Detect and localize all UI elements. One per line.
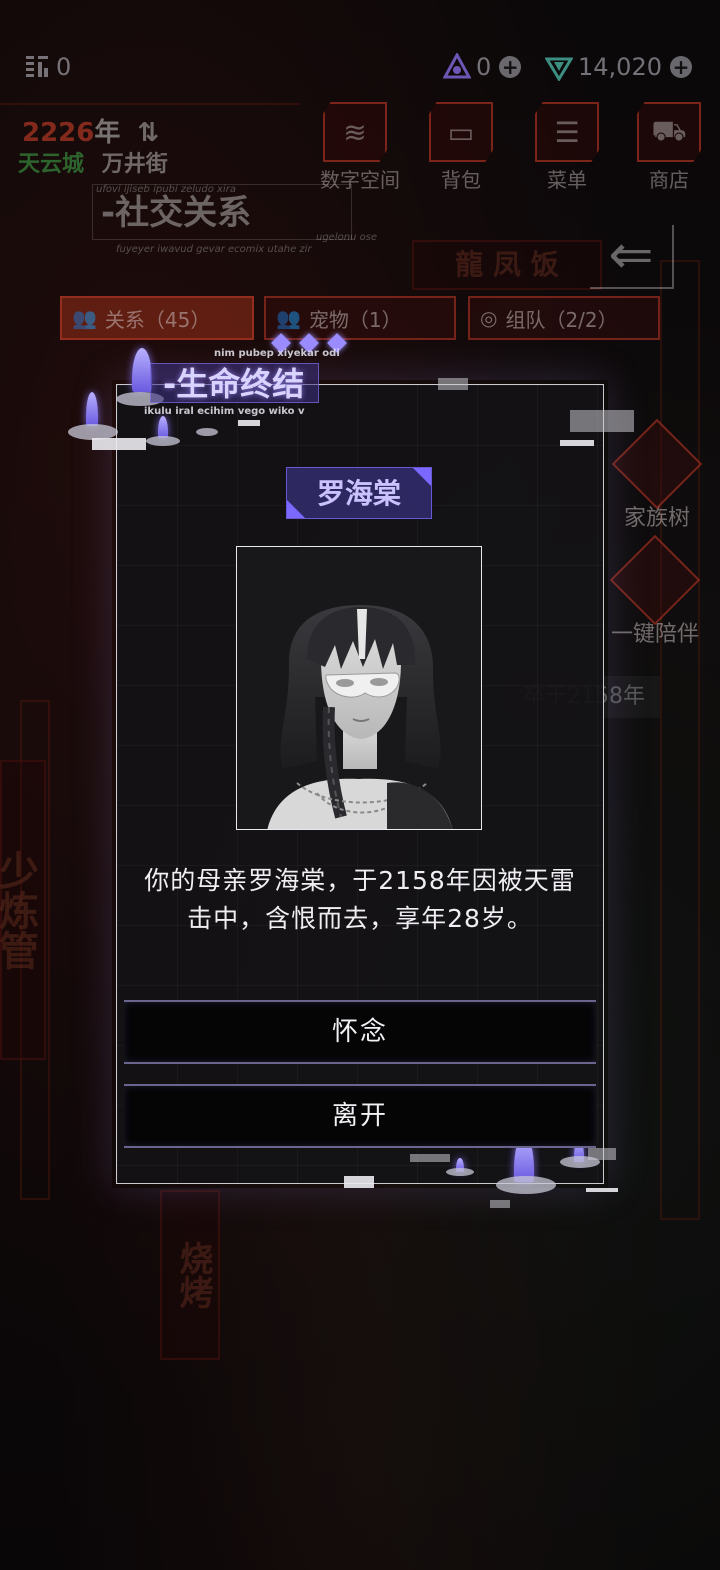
tab-label: 宠物（1） <box>308 307 402 332</box>
nav-digital-space[interactable]: ≋ 数字空间 <box>320 102 400 192</box>
accompany-icon <box>609 534 701 626</box>
glitch-bit <box>560 440 594 446</box>
location: 天云城 万井街 <box>18 146 168 178</box>
tab-label: 组队（2/2） <box>505 307 618 332</box>
corner-accent <box>287 500 305 518</box>
disc-decoration <box>560 1156 600 1168</box>
gem-count: 0 <box>476 53 492 81</box>
disc-decoration <box>196 428 218 436</box>
glitch-bit <box>410 1154 450 1162</box>
character-portrait <box>236 546 482 830</box>
city-name: 天云城 <box>18 152 85 177</box>
section-subtitle-bottom: fuyeyer iwavud gevar ecomix utahe zir <box>116 244 312 255</box>
nav-label: 商店 <box>649 168 689 192</box>
pets-icon: 👥 <box>276 306 301 330</box>
glitch-bit <box>570 410 634 432</box>
top-bar: 0 0 + 14,020 + <box>0 52 720 88</box>
glitch-bit <box>238 420 260 426</box>
character-name: 罗海棠 <box>316 477 401 510</box>
disc-decoration <box>496 1176 556 1194</box>
section-title: -社交关系 <box>92 184 352 240</box>
accompany-button[interactable]: 一键陪伴 <box>600 534 710 648</box>
diamond-currency: 14,020 + <box>544 52 692 82</box>
glitch-bit <box>490 1200 510 1208</box>
people-icon: 👥 <box>72 306 97 330</box>
diamond-count: 14,020 <box>578 53 662 81</box>
tab-label: 关系（45） <box>104 307 211 332</box>
family-tree-icon <box>611 418 703 510</box>
tab-relations[interactable]: 👥 关系（45） <box>60 296 254 340</box>
glitch-bit <box>438 378 468 390</box>
tab-pets[interactable]: 👥 宠物（1） <box>264 296 456 340</box>
add-diamond-button[interactable]: + <box>669 56 692 78</box>
nav-menu[interactable]: ☰ 菜单 <box>532 102 602 192</box>
nav-label: 菜单 <box>547 168 587 192</box>
glitch-bit <box>344 1176 374 1188</box>
death-message: 你的母亲罗海棠，于2158年因被天雷击中，含恨而去，享年28岁。 <box>144 866 576 933</box>
current-year: 2226年 ⇅ <box>22 112 159 149</box>
tab-team[interactable]: ◎ 组队（2/2） <box>468 296 660 340</box>
year-number: 2226 <box>22 118 95 148</box>
disc-decoration <box>446 1168 474 1176</box>
chip-currency: 0 <box>22 52 71 82</box>
gem-currency: 0 + <box>442 52 522 82</box>
nav-backpack[interactable]: ▭ 背包 <box>426 102 496 192</box>
modal-tiny-top: nim pubep xiyekar odi <box>214 348 340 359</box>
family-tree-label: 家族树 <box>623 506 690 531</box>
diamond-icon <box>544 52 574 82</box>
glitch-bit <box>586 1188 618 1192</box>
gem-icon <box>442 52 472 82</box>
back-arrow-icon[interactable]: ⇐ <box>590 225 674 289</box>
chip-count: 0 <box>56 53 72 81</box>
section-subtitle-right: ugelonu ose <box>316 232 378 243</box>
bag-icon: ▭ <box>429 102 493 162</box>
layers-icon: ≋ <box>323 102 387 162</box>
add-gem-button[interactable]: + <box>499 56 522 78</box>
street-name: 万井街 <box>101 152 168 177</box>
year-unit: 年 <box>94 118 121 148</box>
character-name-plate: 罗海棠 <box>286 467 432 519</box>
nav-shop[interactable]: ⛟ 商店 <box>634 102 704 192</box>
corner-accent <box>413 468 431 486</box>
chip-icon <box>22 52 52 82</box>
accompany-label: 一键陪伴 <box>610 622 699 647</box>
portrait-image <box>237 547 481 829</box>
disc-decoration <box>146 436 180 446</box>
glitch-bit <box>92 438 146 450</box>
refresh-icon[interactable]: ⇅ <box>137 118 159 148</box>
cart-icon: ⛟ <box>637 102 701 162</box>
nav-label: 背包 <box>441 168 481 192</box>
remember-button[interactable]: 怀念 <box>124 1000 596 1064</box>
modal-tiny-bottom: ikulu iral ecihim vego wiko v <box>144 406 305 417</box>
modal-title: -生命终结 <box>150 363 320 403</box>
leave-button[interactable]: 离开 <box>124 1084 596 1148</box>
family-tree-button[interactable]: 家族树 <box>611 418 703 532</box>
menu-icon: ☰ <box>535 102 599 162</box>
team-icon: ◎ <box>480 306 498 330</box>
